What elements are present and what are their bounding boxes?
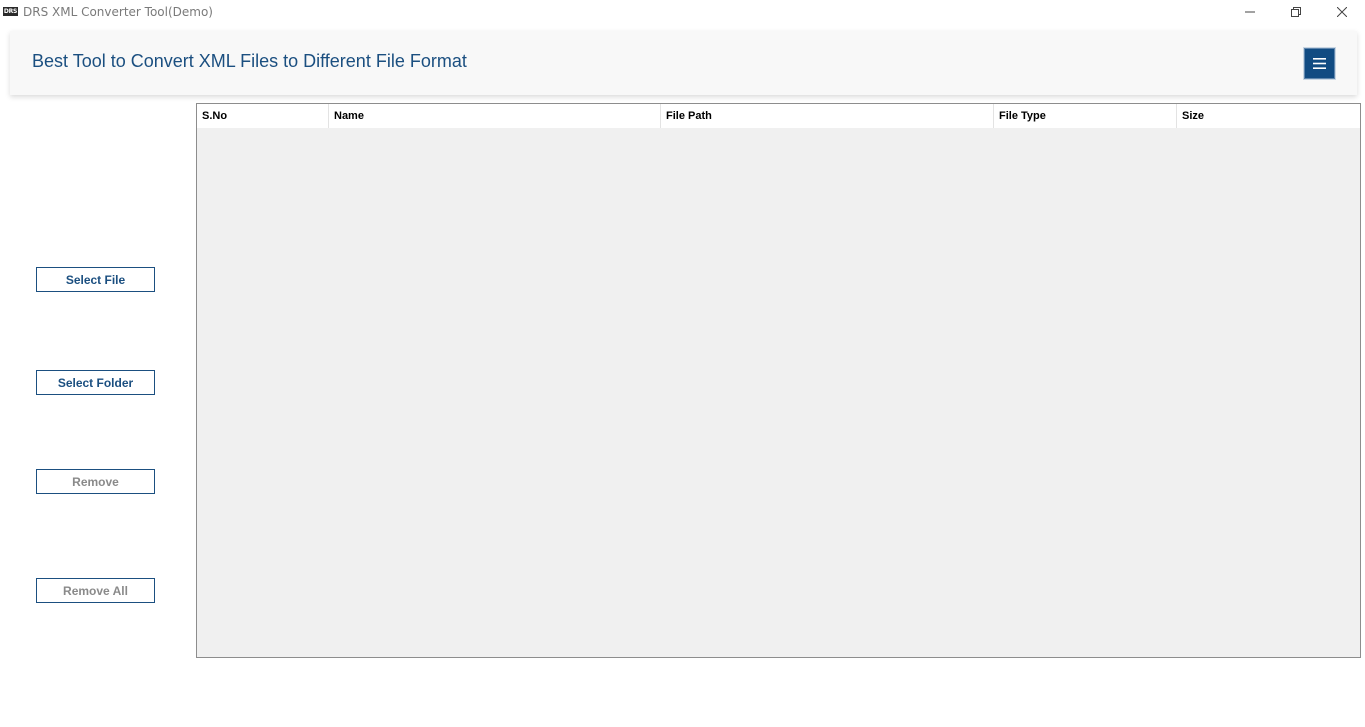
minimize-icon: [1245, 11, 1255, 13]
title-bar: DRS DRS XML Converter Tool(Demo): [0, 0, 1365, 24]
select-folder-button[interactable]: Select Folder: [36, 370, 155, 395]
remove-button[interactable]: Remove: [36, 469, 155, 494]
restore-icon: [1291, 7, 1301, 17]
column-header-file-type[interactable]: File Type: [994, 104, 1177, 128]
column-header-size[interactable]: Size: [1177, 104, 1360, 128]
remove-all-button[interactable]: Remove All: [36, 578, 155, 603]
close-button[interactable]: [1319, 0, 1365, 24]
column-header-file-path[interactable]: File Path: [661, 104, 994, 128]
menu-button[interactable]: [1303, 47, 1336, 80]
hamburger-menu-icon: [1313, 58, 1326, 69]
app-window: DRS DRS XML Converter Tool(Demo) Best To…: [0, 0, 1365, 727]
header-banner: Best Tool to Convert XML Files to Differ…: [10, 31, 1357, 95]
table-header: S.No Name File Path File Type Size: [197, 104, 1360, 128]
page-title: Best Tool to Convert XML Files to Differ…: [32, 51, 467, 71]
column-header-name[interactable]: Name: [329, 104, 661, 128]
app-icon: DRS: [3, 7, 18, 16]
restore-button[interactable]: [1273, 0, 1319, 24]
window-title: DRS XML Converter Tool(Demo): [23, 5, 213, 19]
column-header-sno[interactable]: S.No: [197, 104, 329, 128]
close-icon: [1337, 7, 1347, 17]
file-list-table[interactable]: S.No Name File Path File Type Size: [196, 103, 1361, 658]
select-file-button[interactable]: Select File: [36, 267, 155, 292]
minimize-button[interactable]: [1227, 0, 1273, 24]
